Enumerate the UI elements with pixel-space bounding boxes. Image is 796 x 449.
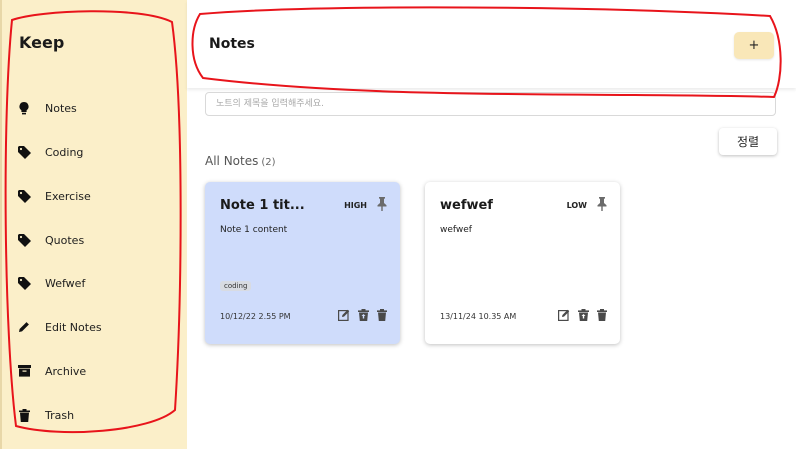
note-content: Note 1 content <box>220 225 288 235</box>
page-title: Notes <box>209 36 255 52</box>
sidebar-item-coding[interactable]: Coding <box>0 137 187 167</box>
note-date: 13/11/24 10.35 AM <box>440 312 517 321</box>
sidebar-item-trash[interactable]: Trash <box>0 400 187 430</box>
sidebar-item-label: Coding <box>45 145 84 159</box>
note-actions <box>558 309 608 321</box>
sidebar: Keep Notes Coding Exercise Quotes Wefwef <box>0 0 187 449</box>
section-title: All Notes (2) <box>205 154 276 168</box>
app-brand: Keep <box>19 33 65 52</box>
sidebar-item-wefwef[interactable]: Wefwef <box>0 268 187 298</box>
trash-icon <box>17 408 31 422</box>
note-date: 10/12/22 2.55 PM <box>220 312 291 321</box>
note-card[interactable]: Note 1 tit... HIGH Note 1 content coding… <box>205 182 400 344</box>
sidebar-item-quotes[interactable]: Quotes <box>0 225 187 255</box>
pencil-icon <box>17 320 31 334</box>
sidebar-item-label: Notes <box>45 101 77 115</box>
sort-button[interactable]: 정렬 <box>719 128 777 155</box>
note-card[interactable]: wefwef LOW wefwef 13/11/24 10.35 AM <box>425 182 620 344</box>
archive-icon <box>17 364 31 378</box>
note-actions <box>338 309 388 321</box>
top-header: Notes + <box>187 0 796 88</box>
note-tag: coding <box>220 281 252 291</box>
sidebar-item-label: Archive <box>45 364 87 378</box>
sidebar-item-edit-notes[interactable]: Edit Notes <box>0 312 187 342</box>
add-note-button[interactable]: + <box>734 32 774 59</box>
lightbulb-icon <box>17 101 31 115</box>
pin-icon[interactable] <box>596 196 608 211</box>
tag-icon <box>17 189 31 203</box>
sidebar-item-label: Wefwef <box>45 276 86 290</box>
archive-icon[interactable] <box>357 309 369 321</box>
trash-icon[interactable] <box>596 309 608 321</box>
priority-badge: HIGH <box>344 201 367 210</box>
edit-icon[interactable] <box>338 309 350 321</box>
tag-icon <box>17 145 31 159</box>
archive-icon[interactable] <box>577 309 589 321</box>
pin-icon[interactable] <box>376 196 388 211</box>
section-title-label: All Notes <box>205 154 259 168</box>
note-count: (2) <box>261 157 276 168</box>
sidebar-item-notes[interactable]: Notes <box>0 93 187 123</box>
edit-icon[interactable] <box>558 309 570 321</box>
sidebar-item-label: Edit Notes <box>45 320 102 334</box>
search-input[interactable] <box>205 92 776 116</box>
sidebar-item-label: Quotes <box>45 233 85 247</box>
note-title: wefwef <box>440 198 493 213</box>
priority-badge: LOW <box>566 201 587 210</box>
tag-icon <box>17 276 31 290</box>
note-content: wefwef <box>440 225 472 235</box>
sidebar-item-exercise[interactable]: Exercise <box>0 181 187 211</box>
sidebar-item-label: Trash <box>45 408 75 422</box>
sidebar-item-archive[interactable]: Archive <box>0 356 187 386</box>
sidebar-item-label: Exercise <box>45 189 91 203</box>
trash-icon[interactable] <box>376 309 388 321</box>
note-title: Note 1 tit... <box>220 198 305 213</box>
tag-icon <box>17 233 31 247</box>
